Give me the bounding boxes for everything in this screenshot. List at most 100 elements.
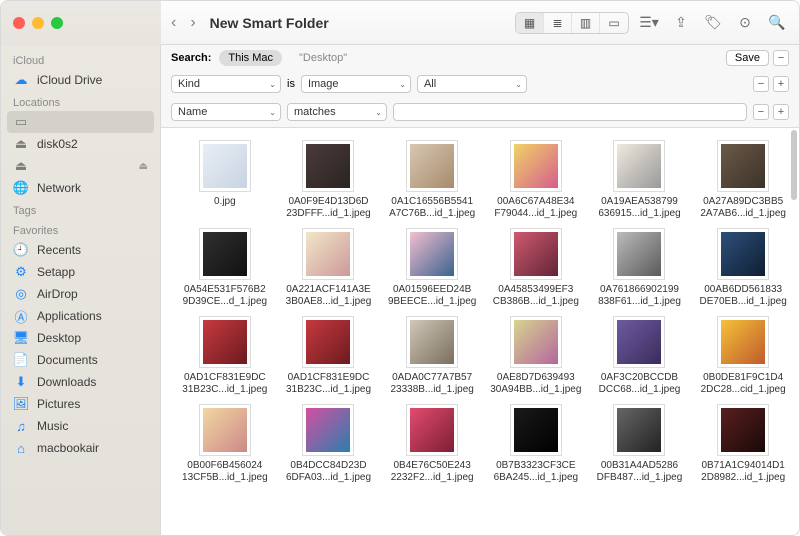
file-item[interactable]: 00A6C67A48E34 F79044...id_1.jpeg (486, 140, 586, 220)
save-button[interactable]: Save (726, 50, 769, 66)
add-rule1-button[interactable]: + (773, 76, 789, 92)
eject-icon[interactable]: ⏏ (139, 161, 148, 172)
remove-rule1-button[interactable]: − (753, 76, 769, 92)
file-name: 0B4E76C50E243 2232F2...id_1.jpeg (391, 460, 474, 484)
sidebar-item[interactable]: ▭ (7, 111, 154, 133)
list-view-button[interactable]: ≣ (544, 13, 572, 33)
sidebar-item-label: disk0s2 (37, 137, 78, 151)
rule2-value-input[interactable] (393, 103, 747, 121)
zoom-button[interactable] (51, 17, 63, 29)
scrollbar[interactable] (791, 130, 797, 200)
file-item[interactable]: 0B7B3323CF3CE 6BA245...id_1.jpeg (486, 404, 586, 484)
file-item[interactable]: 00B31A4AD5286 DFB487...id_1.jpeg (590, 404, 690, 484)
file-name: 00B31A4AD5286 DFB487...id_1.jpeg (597, 460, 683, 484)
tags-button[interactable]: 🏷 (701, 12, 725, 34)
file-item[interactable]: 0B0DE81F9C1D4 2DC28...cid_1.jpeg (693, 316, 793, 396)
minimize-button[interactable] (32, 17, 44, 29)
rule1-value1-select[interactable]: Image⌄ (301, 75, 411, 93)
file-thumbnail (406, 228, 458, 280)
forward-button[interactable]: › (190, 14, 195, 32)
file-item[interactable]: 0A19AEA538799 636915...id_1.jpeg (590, 140, 690, 220)
file-name: 0A761866902199 838F61...id_1.jpeg (598, 284, 681, 308)
file-thumbnail (510, 228, 562, 280)
file-item[interactable]: 0B00F6B456024 13CF5B...id_1.jpeg (175, 404, 275, 484)
file-item[interactable]: 00AB6DD561833 DE70EB...id_1.jpeg (693, 228, 793, 308)
file-grid: 0.jpg0A0F9E4D13D6D 23DFFF...id_1.jpeg0A1… (175, 140, 793, 484)
add-rule2-button[interactable]: + (773, 104, 789, 120)
file-item[interactable]: 0A01596EED24B 9BEECE...id_1.jpeg (382, 228, 482, 308)
sidebar-item-label: Network (37, 181, 81, 195)
down-icon: ⬇ (13, 374, 29, 390)
rule1-attribute-select[interactable]: Kind⌄ (171, 75, 281, 93)
sidebar-item[interactable]: 🕘Recents (1, 239, 160, 261)
file-item[interactable]: 0ADA0C77A7B57 23338B...id_1.jpeg (382, 316, 482, 396)
sidebar-item[interactable]: ⒶApplications (1, 305, 160, 327)
file-item[interactable]: 0AD1CF831E9DC 31B23C...id_1.jpeg (279, 316, 379, 396)
sidebar-item[interactable]: 🖼Pictures (1, 393, 160, 415)
sidebar-item[interactable]: 🌐 Network (1, 177, 160, 199)
sidebar-item[interactable]: ⌂macbookair (1, 437, 160, 459)
file-item[interactable]: 0B4DCC84D23D 6DFA03...id_1.jpeg (279, 404, 379, 484)
rule2-attribute-select[interactable]: Name⌄ (171, 103, 281, 121)
file-thumbnail (302, 228, 354, 280)
more-button[interactable]: ⊙ (733, 12, 757, 34)
sidebar-item[interactable]: 🖥Desktop (1, 327, 160, 349)
file-item[interactable]: 0A0F9E4D13D6D 23DFFF...id_1.jpeg (279, 140, 379, 220)
traffic-lights (1, 1, 161, 45)
globe-icon: 🌐 (13, 180, 29, 196)
file-item[interactable]: 0A221ACF141A3E 3B0AE8...id_1.jpeg (279, 228, 379, 308)
sidebar-section-label: Favorites (1, 219, 160, 239)
sidebar-item-label: AirDrop (37, 287, 78, 301)
finder-window: ‹ › New Smart Folder ▦ ≣ ▥ ▭ ☰▾ ⇪ 🏷 ⊙ 🔍 … (0, 0, 800, 536)
sidebar-item[interactable]: ⚙Setapp (1, 261, 160, 283)
remove-scope-button[interactable]: − (773, 50, 789, 66)
file-item[interactable]: 0.jpg (175, 140, 275, 220)
column-view-button[interactable]: ▥ (572, 13, 600, 33)
sidebar-item[interactable]: ◎AirDrop (1, 283, 160, 305)
disk-icon: ⏏ (13, 158, 29, 174)
file-item[interactable]: 0AE8D7D639493 30A94BB...id_1.jpeg (486, 316, 586, 396)
file-name: 0AE8D7D639493 30A94BB...id_1.jpeg (490, 372, 581, 396)
sidebar-item[interactable]: ♫Music (1, 415, 160, 437)
sidebar-item[interactable]: ⬇Downloads (1, 371, 160, 393)
file-thumbnail (199, 316, 251, 368)
gallery-view-button[interactable]: ▭ (600, 13, 628, 33)
file-item[interactable]: 0A54E531F576B2 9D39CE...d_1.jpeg (175, 228, 275, 308)
scope-desktop[interactable]: "Desktop" (290, 50, 356, 66)
back-button[interactable]: ‹ (171, 14, 176, 32)
file-thumbnail (406, 140, 458, 192)
group-by-button[interactable]: ☰▾ (637, 12, 661, 34)
rule2-op-select[interactable]: matches⌄ (287, 103, 387, 121)
file-thumbnail (613, 316, 665, 368)
file-thumbnail (302, 404, 354, 456)
sidebar-item[interactable]: 📄Documents (1, 349, 160, 371)
file-item[interactable]: 0A1C16556B5541 A7C76B...id_1.jpeg (382, 140, 482, 220)
sidebar-item[interactable]: ☁iCloud Drive (1, 69, 160, 91)
sidebar-item-label: Recents (37, 243, 81, 257)
file-name: 0B7B3323CF3CE 6BA245...id_1.jpeg (494, 460, 579, 484)
file-thumbnail (302, 316, 354, 368)
file-name: 0A221ACF141A3E 3B0AE8...id_1.jpeg (286, 284, 372, 308)
file-item[interactable]: 0B4E76C50E243 2232F2...id_1.jpeg (382, 404, 482, 484)
scope-this-mac[interactable]: This Mac (219, 50, 282, 66)
file-item[interactable]: 0A761866902199 838F61...id_1.jpeg (590, 228, 690, 308)
search-button[interactable]: 🔍 (765, 12, 789, 34)
sidebar-item[interactable]: ⏏ disk0s2 (1, 133, 160, 155)
file-item[interactable]: 0AF3C20BCCDB DCC68...id_1.jpeg (590, 316, 690, 396)
remove-rule2-button[interactable]: − (753, 104, 769, 120)
pic-icon: 🖼 (13, 396, 29, 412)
icon-view-button[interactable]: ▦ (516, 13, 544, 33)
file-item[interactable]: 0A27A89DC3BB5 2A7AB6...id_1.jpeg (693, 140, 793, 220)
sidebar-section-label: Tags (1, 199, 160, 219)
share-button[interactable]: ⇪ (669, 12, 693, 34)
file-item[interactable]: 0B71A1C94014D1 2D8982...id_1.jpeg (693, 404, 793, 484)
rule1-value2-select[interactable]: All⌄ (417, 75, 527, 93)
disk-icon: ⏏ (13, 136, 29, 152)
sidebar-item[interactable]: ⏏⏏ (1, 155, 160, 177)
close-button[interactable] (13, 17, 25, 29)
file-item[interactable]: 0AD1CF831E9DC 31B23C...id_1.jpeg (175, 316, 275, 396)
titlebar: ‹ › New Smart Folder ▦ ≣ ▥ ▭ ☰▾ ⇪ 🏷 ⊙ 🔍 (1, 1, 799, 45)
file-item[interactable]: 0A45853499EF3 CB386B...id_1.jpeg (486, 228, 586, 308)
content-area[interactable]: 0.jpg0A0F9E4D13D6D 23DFFF...id_1.jpeg0A1… (161, 128, 799, 535)
view-mode-segment[interactable]: ▦ ≣ ▥ ▭ (515, 12, 629, 34)
